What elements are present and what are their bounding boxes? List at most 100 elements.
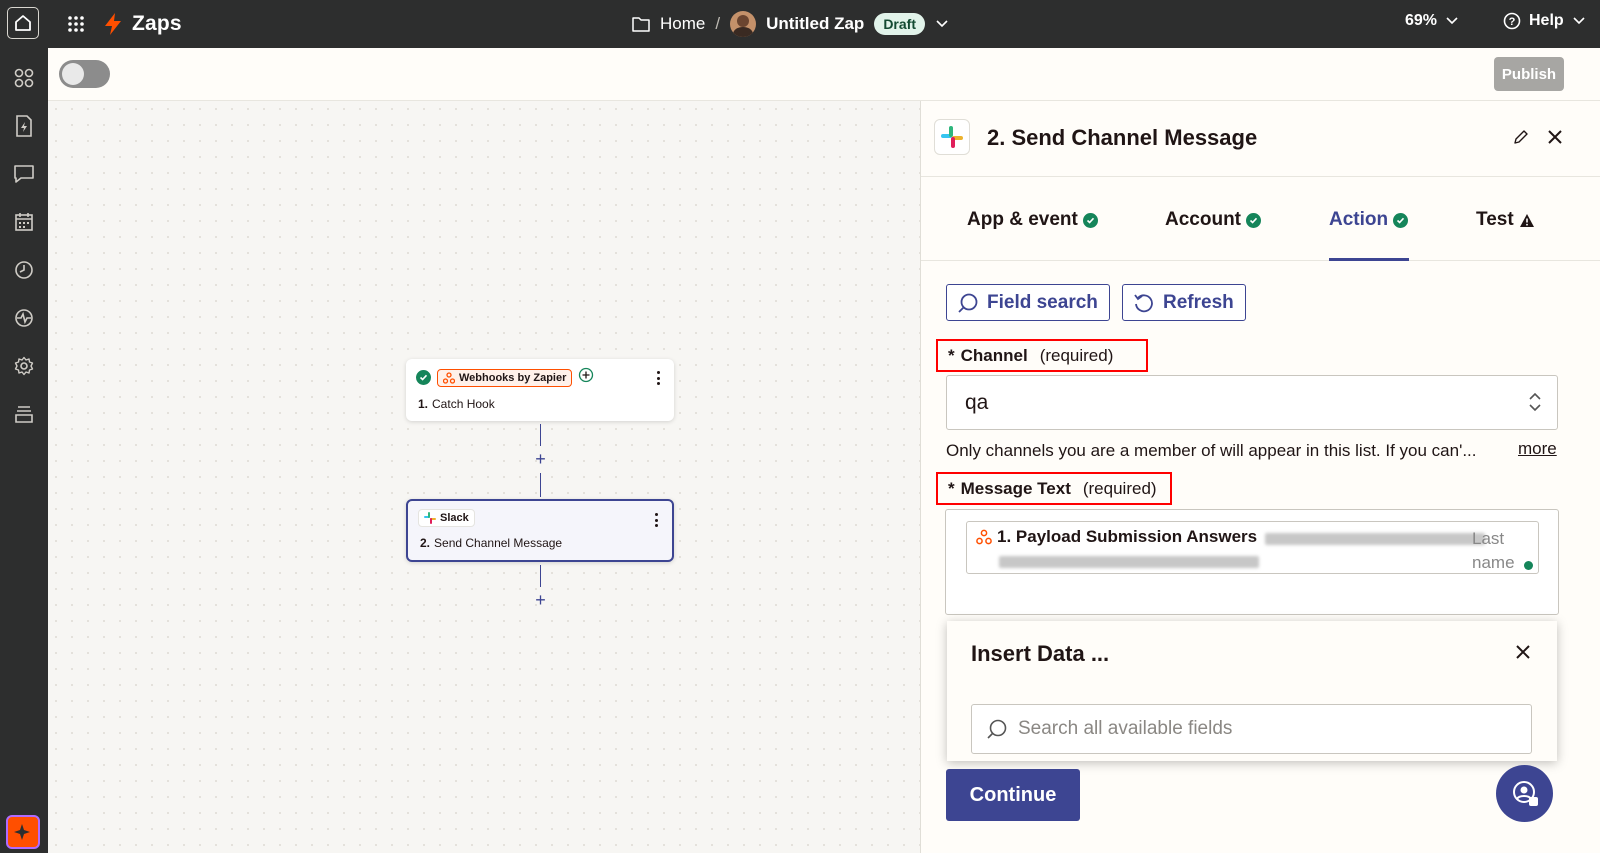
left-nav bbox=[0, 48, 48, 853]
channel-field-label: * Channel (required) bbox=[936, 339, 1148, 372]
required-star: * bbox=[948, 345, 955, 365]
step-node-trigger[interactable]: Webhooks by Zapier 1. Catch Hook bbox=[406, 359, 674, 421]
zoom-control[interactable]: 69% bbox=[1405, 12, 1459, 30]
slack-icon bbox=[934, 119, 970, 155]
zoom-value: 69% bbox=[1405, 12, 1438, 29]
field-search-button[interactable]: Field search bbox=[946, 284, 1110, 321]
home-button[interactable] bbox=[7, 7, 39, 39]
message-text-field-label: * Message Text (required) bbox=[936, 472, 1172, 505]
status-badge: Draft bbox=[874, 13, 925, 35]
add-step-plus-icon[interactable]: + bbox=[533, 591, 548, 609]
breadcrumb-separator: / bbox=[715, 14, 721, 33]
pencil-icon[interactable] bbox=[1513, 129, 1529, 150]
insert-data-search[interactable] bbox=[971, 704, 1532, 754]
connector-line bbox=[540, 424, 541, 446]
nav-apps-icon[interactable] bbox=[10, 64, 38, 92]
support-chat-button[interactable] bbox=[1496, 765, 1553, 822]
channel-select[interactable]: qa bbox=[946, 375, 1558, 430]
help-label: Help bbox=[1529, 12, 1564, 29]
connector-line bbox=[540, 473, 541, 497]
tab-label: Account bbox=[1165, 209, 1241, 230]
node-title: 2. Send Channel Message bbox=[420, 536, 562, 550]
app-chip-webhooks: Webhooks by Zapier bbox=[437, 368, 573, 387]
step-editor-panel: 2. Send Channel Message App & event Acco… bbox=[920, 101, 1600, 853]
add-circle-icon[interactable] bbox=[578, 367, 594, 388]
nav-interfaces-icon[interactable] bbox=[10, 160, 38, 188]
redacted-text bbox=[999, 556, 1259, 568]
tab-label: App & event bbox=[967, 209, 1078, 230]
nav-templates-icon[interactable] bbox=[10, 400, 38, 428]
more-options-icon[interactable] bbox=[654, 513, 658, 527]
search-icon bbox=[987, 719, 1007, 739]
more-link[interactable]: more bbox=[1518, 439, 1557, 459]
node-step-title: Send Channel Message bbox=[434, 536, 563, 550]
field-name: Channel bbox=[960, 345, 1028, 365]
brand-name: Zaps bbox=[132, 12, 182, 35]
nav-settings-icon[interactable] bbox=[10, 352, 38, 380]
close-icon[interactable] bbox=[1546, 128, 1564, 151]
nav-tables-icon[interactable] bbox=[10, 208, 38, 236]
nav-history-icon[interactable] bbox=[10, 256, 38, 284]
status-dot bbox=[1524, 561, 1533, 570]
tab-action[interactable]: Action bbox=[1329, 207, 1409, 233]
zap-bolt-icon bbox=[105, 13, 121, 35]
support-icon bbox=[1512, 780, 1538, 806]
node-header: Webhooks by Zapier bbox=[416, 367, 594, 388]
add-step-plus-icon[interactable]: + bbox=[533, 450, 548, 468]
check-circle-icon bbox=[416, 370, 431, 385]
webhook-icon bbox=[976, 529, 992, 545]
app-chip-slack: Slack bbox=[418, 509, 475, 527]
message-text-input[interactable]: 1. Payload Submission Answers Last name bbox=[945, 509, 1559, 615]
required-star: * bbox=[948, 478, 955, 498]
top-bar: Zaps Home / Untitled Zap Draft 69% ? Hel… bbox=[0, 0, 1600, 48]
insert-data-popover: Insert Data ... bbox=[947, 621, 1557, 761]
continue-button[interactable]: Continue bbox=[946, 769, 1080, 821]
check-circle-icon bbox=[1393, 212, 1409, 228]
active-tab-indicator bbox=[1329, 258, 1409, 261]
tab-account[interactable]: Account bbox=[1165, 207, 1261, 233]
editor-toolbar: Publish bbox=[48, 48, 1600, 101]
redacted-text bbox=[1265, 533, 1485, 545]
publish-button[interactable]: Publish bbox=[1494, 57, 1564, 91]
refresh-icon bbox=[1134, 293, 1153, 312]
node-header: Slack bbox=[418, 509, 475, 527]
check-circle-icon bbox=[1246, 212, 1261, 228]
tab-app-event[interactable]: App & event bbox=[967, 207, 1098, 233]
chevron-down-icon bbox=[1446, 17, 1458, 25]
nav-activity-icon[interactable] bbox=[10, 304, 38, 332]
breadcrumb-home[interactable]: Home bbox=[660, 14, 705, 34]
zap-canvas[interactable]: Webhooks by Zapier 1. Catch Hook + Slack … bbox=[48, 101, 920, 853]
close-icon[interactable] bbox=[1515, 644, 1531, 665]
tab-label: Action bbox=[1329, 209, 1389, 230]
tab-label: Test bbox=[1476, 209, 1514, 230]
tab-test[interactable]: Test bbox=[1476, 207, 1535, 233]
node-step-number: 1. bbox=[418, 397, 429, 411]
pill-label: 1. Payload Submission Answers bbox=[997, 527, 1258, 546]
refresh-button[interactable]: Refresh bbox=[1122, 284, 1246, 321]
refresh-label: Refresh bbox=[1163, 291, 1234, 313]
insert-data-title: Insert Data ... bbox=[971, 641, 1110, 666]
step-node-action[interactable]: Slack 2. Send Channel Message bbox=[406, 499, 674, 562]
node-step-title: Catch Hook bbox=[432, 397, 495, 411]
more-options-icon[interactable] bbox=[656, 371, 660, 385]
help-icon: ? bbox=[1503, 12, 1521, 30]
mapped-field-pill[interactable]: 1. Payload Submission Answers Last name bbox=[966, 521, 1539, 574]
required-text: (required) bbox=[1082, 478, 1157, 498]
apps-grid-button[interactable] bbox=[64, 12, 88, 36]
connector-line bbox=[540, 565, 541, 587]
breadcrumb: Home / Untitled Zap Draft bbox=[632, 10, 949, 38]
node-app-name: Webhooks by Zapier bbox=[459, 371, 567, 384]
zap-name[interactable]: Untitled Zap bbox=[766, 14, 864, 34]
help-menu[interactable]: ? Help bbox=[1503, 12, 1586, 30]
chevron-down-icon[interactable] bbox=[935, 19, 949, 29]
avatar[interactable] bbox=[730, 11, 757, 37]
slack-icon bbox=[424, 512, 436, 524]
updown-chevron-icon bbox=[1529, 392, 1541, 412]
copilot-button[interactable] bbox=[6, 815, 40, 849]
search-input[interactable] bbox=[1018, 718, 1498, 740]
grid-icon bbox=[68, 16, 84, 32]
nav-zaps-icon[interactable] bbox=[10, 112, 38, 140]
zap-on-off-toggle[interactable] bbox=[59, 60, 110, 88]
node-step-number: 2. bbox=[420, 536, 431, 550]
brand[interactable]: Zaps bbox=[104, 10, 182, 38]
